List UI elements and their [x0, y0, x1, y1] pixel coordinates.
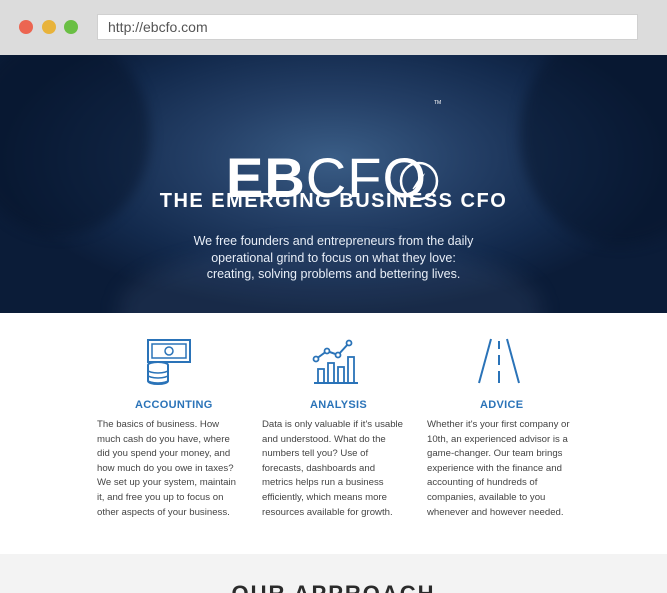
address-bar[interactable]: http://ebcfo.com	[97, 14, 638, 40]
hero-title: THE EMERGING BUSINESS CFO	[159, 190, 508, 212]
compass-north-label: N	[417, 166, 422, 173]
hero-section: EBCFO N TM THE EMERGING BUSINESS CFO We …	[0, 55, 667, 313]
feature-description: Data is only valuable if it's usable and…	[262, 419, 404, 518]
maximize-window-button[interactable]	[64, 20, 78, 34]
feature-description: The basics of business. How much cash do…	[97, 419, 236, 518]
services-section: ACCOUNTING The basics of business. How m…	[0, 313, 667, 554]
hero-subtitle: We free founders and entrepreneurs from …	[193, 234, 474, 281]
bar-line-chart-icon	[312, 339, 358, 384]
approach-title: OUR APPROACH	[0, 581, 667, 593]
road-icon	[478, 338, 520, 384]
feature-label: ANALYSIS	[310, 399, 368, 411]
money-stack-icon	[147, 339, 191, 385]
background-foliage	[520, 55, 667, 245]
browser-window: http://ebcfo.com EBCFO N TM THE EMERGING…	[0, 0, 667, 593]
feature-label: ADVICE	[480, 399, 524, 411]
feature-label: ACCOUNTING	[135, 399, 213, 411]
browser-chrome: http://ebcfo.com	[0, 0, 667, 56]
approach-section: OUR APPROACH	[0, 554, 667, 593]
trademark-mark: TM	[434, 100, 442, 106]
close-window-button[interactable]	[19, 20, 33, 34]
feature-description: Whether it's your first company or 10th,…	[427, 419, 570, 518]
minimize-window-button[interactable]	[42, 20, 56, 34]
